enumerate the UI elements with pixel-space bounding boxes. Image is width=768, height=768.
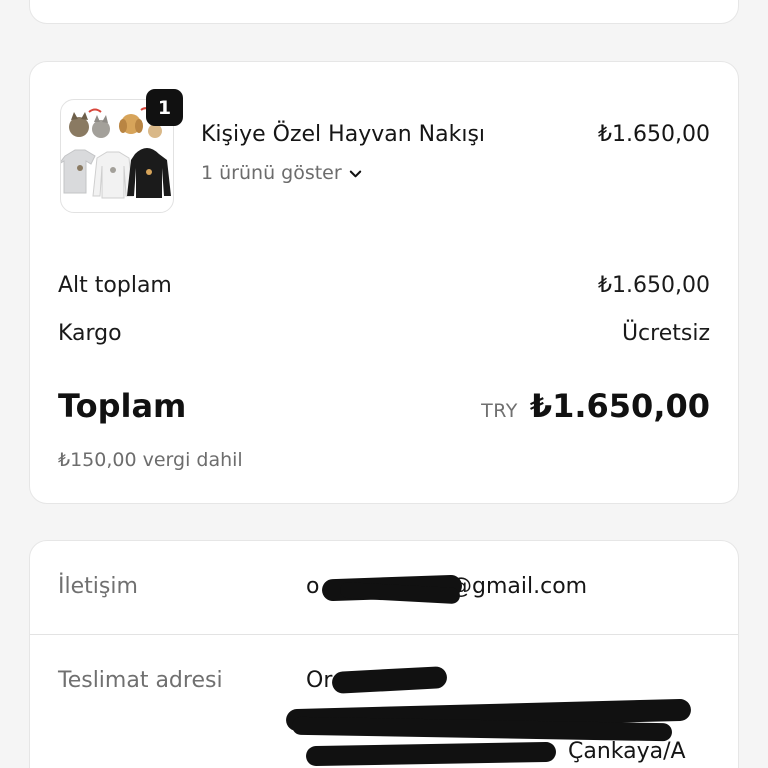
address-line1-start: Or (306, 668, 333, 693)
contact-row: İletişim o @gmail.com (30, 541, 738, 635)
address-label: Teslimat adresi (58, 668, 223, 693)
redaction-mark (305, 741, 557, 767)
total-value-group: TRY ₺1.650,00 (481, 387, 710, 425)
show-items-toggle[interactable]: 1 ürünü göster (201, 162, 363, 184)
address-row: Teslimat adresi Or Çankaya/A (30, 636, 738, 768)
customer-info-card: İletişim o @gmail.com Teslimat adresi Or… (29, 540, 739, 768)
quantity-badge: 1 (146, 89, 183, 126)
subtotal-label: Alt toplam (58, 273, 172, 298)
shipping-value: Ücretsiz (621, 321, 710, 346)
total-label: Toplam (58, 387, 187, 425)
show-items-label: 1 ürünü göster (201, 162, 342, 184)
contact-value-start: o (306, 574, 320, 599)
previous-section-card (29, 0, 739, 24)
address-line3-end: Çankaya/A (568, 739, 686, 764)
contact-value-end: @gmail.com (450, 574, 588, 599)
contact-label: İletişim (58, 574, 138, 599)
shipping-label: Kargo (58, 321, 122, 346)
currency-code: TRY (481, 400, 518, 422)
product-price: ₺1.650,00 (598, 122, 710, 147)
tax-note: ₺150,00 vergi dahil (58, 449, 243, 471)
product-title: Kişiye Özel Hayvan Nakışı (201, 122, 486, 147)
redaction-mark (331, 666, 448, 694)
chevron-down-icon (349, 170, 361, 177)
order-summary-card: 1 Kişiye Özel Hayvan Nakışı ₺1.650,00 1 … (29, 61, 739, 504)
subtotal-value: ₺1.650,00 (598, 273, 710, 298)
total-amount: ₺1.650,00 (529, 387, 710, 425)
